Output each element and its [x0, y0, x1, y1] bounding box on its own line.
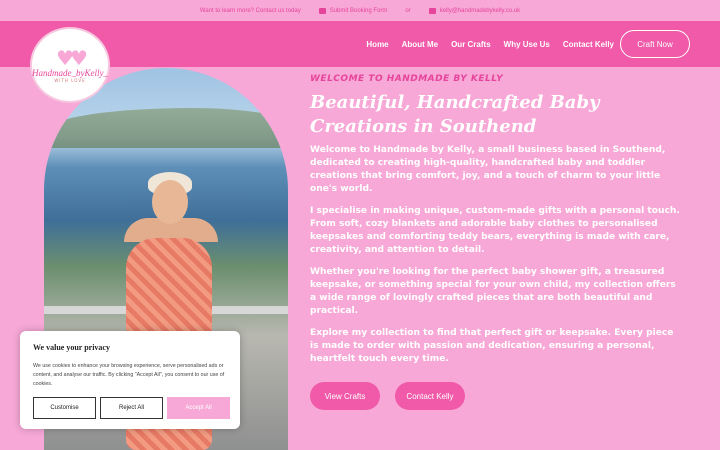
nav-our-crafts[interactable]: Our Crafts	[451, 40, 491, 49]
photo-hills	[44, 108, 288, 148]
envelope-icon	[428, 7, 436, 14]
booking-link[interactable]: Submit Booking Form	[318, 7, 388, 14]
hero-headline: Beautiful, Handcrafted Baby Creations in…	[310, 92, 600, 137]
hearts-icon: ♥♥	[56, 45, 88, 70]
accept-all-button[interactable]: Accept All	[167, 397, 230, 419]
nav-about-me[interactable]: About Me	[402, 40, 438, 49]
hero-paragraph-2: I specialise in making unique, custom-ma…	[310, 206, 680, 255]
view-crafts-button[interactable]: View Crafts	[310, 382, 380, 410]
hero-paragraph-4: Explore my collection to find that perfe…	[310, 328, 674, 364]
document-icon	[318, 7, 326, 14]
cookie-actions: Customise Reject All Accept All	[33, 397, 230, 419]
booking-link-label: Submit Booking Form	[329, 7, 388, 14]
separator-text: or	[405, 7, 411, 14]
top-info-bar: Want to learn more? Contact us today Sub…	[0, 0, 720, 21]
email-link[interactable]: kelly@handmadebykelly.co.uk	[428, 7, 521, 14]
cookie-text: We use cookies to enhance your browsing …	[33, 363, 225, 387]
contact-prompt[interactable]: Want to learn more? Contact us today	[200, 8, 301, 14]
photo-person-face	[152, 180, 188, 224]
cookie-title: We value your privacy	[33, 343, 110, 352]
email-link-label: kelly@handmadebykelly.co.uk	[439, 7, 521, 14]
nav-contact-kelly[interactable]: Contact Kelly	[563, 40, 614, 49]
logo-subtitle: WITH LOVE	[54, 77, 86, 83]
hero-eyebrow: WELCOME TO HANDMADE BY KELLY	[310, 74, 504, 84]
logo-brand: Handmade_byKelly_	[32, 67, 108, 78]
cookie-consent-banner: We value your privacy We use cookies to …	[20, 331, 240, 429]
site-logo[interactable]: ♥♥ Handmade_byKelly_ WITH LOVE	[30, 27, 110, 103]
nav-why-use-us[interactable]: Why Use Us	[504, 40, 550, 49]
reject-all-button[interactable]: Reject All	[100, 397, 163, 419]
craft-now-button[interactable]: Craft Now	[620, 30, 690, 58]
hero-paragraph-1: Welcome to Handmade by Kelly, a small bu…	[310, 145, 666, 194]
hero-paragraph-3: Whether you're looking for the perfect b…	[310, 267, 676, 316]
main-nav: Home About Me Our Crafts Why Use Us Cont…	[366, 21, 614, 67]
contact-kelly-button[interactable]: Contact Kelly	[395, 382, 465, 410]
nav-home[interactable]: Home	[366, 40, 388, 49]
customise-button[interactable]: Customise	[33, 397, 96, 419]
